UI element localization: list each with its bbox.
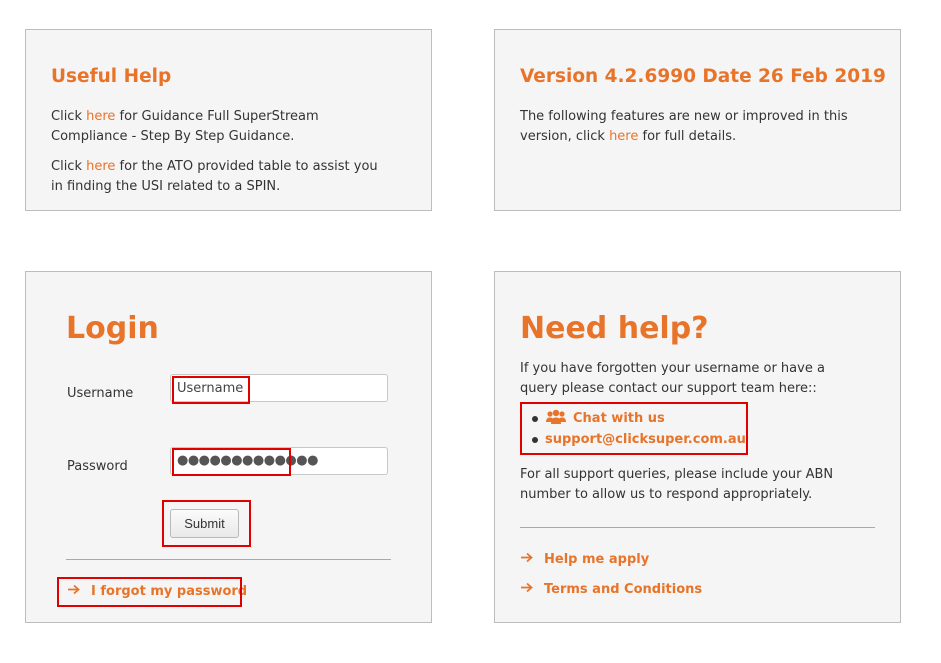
need-help-divider xyxy=(520,527,875,528)
useful-help-paragraph-2: Click here for the ATO provided table to… xyxy=(51,157,391,197)
terms-and-conditions-link[interactable]: Terms and Conditions xyxy=(520,582,702,597)
help-me-apply-link[interactable]: Help me apply xyxy=(520,552,649,567)
need-help-panel: Need help? If you have forgotten your us… xyxy=(494,271,901,623)
login-panel: Login Username Username Password ●●●●●●●… xyxy=(25,271,432,623)
contact-highlight-box xyxy=(520,402,748,455)
login-title: Login xyxy=(66,311,159,346)
superstream-guidance-link[interactable]: here xyxy=(86,109,115,124)
ato-usi-table-link[interactable]: here xyxy=(86,159,115,174)
need-help-intro: If you have forgotten your username or h… xyxy=(520,361,825,396)
login-divider xyxy=(66,559,391,560)
terms-label: Terms and Conditions xyxy=(544,582,703,597)
arrow-right-icon xyxy=(520,552,536,567)
help-me-apply-label: Help me apply xyxy=(544,552,650,567)
version-paragraph: The following features are new or improv… xyxy=(520,107,850,147)
password-label: Password xyxy=(67,459,128,474)
useful-help-title: Useful Help xyxy=(51,66,172,87)
need-help-title: Need help? xyxy=(520,311,709,346)
forgot-highlight-box xyxy=(57,577,242,607)
support-note: For all support queries, please include … xyxy=(520,467,834,502)
password-highlight-box xyxy=(172,448,291,476)
useful-help-panel: Useful Help Click here for Guidance Full… xyxy=(25,29,432,211)
p2-prefix: Click xyxy=(51,159,87,174)
username-highlight-box xyxy=(172,376,250,404)
submit-highlight-box xyxy=(162,500,251,547)
version-suffix: for full details. xyxy=(638,129,737,144)
arrow-right-icon xyxy=(520,582,536,597)
p1-prefix: Click xyxy=(51,109,87,124)
useful-help-paragraph-1: Click here for Guidance Full SuperStream… xyxy=(51,107,396,147)
username-label: Username xyxy=(67,386,134,401)
version-panel: Version 4.2.6990 Date 26 Feb 2019 The fo… xyxy=(494,29,901,211)
version-title: Version 4.2.6990 Date 26 Feb 2019 xyxy=(520,66,886,87)
version-details-link[interactable]: here xyxy=(609,129,638,144)
